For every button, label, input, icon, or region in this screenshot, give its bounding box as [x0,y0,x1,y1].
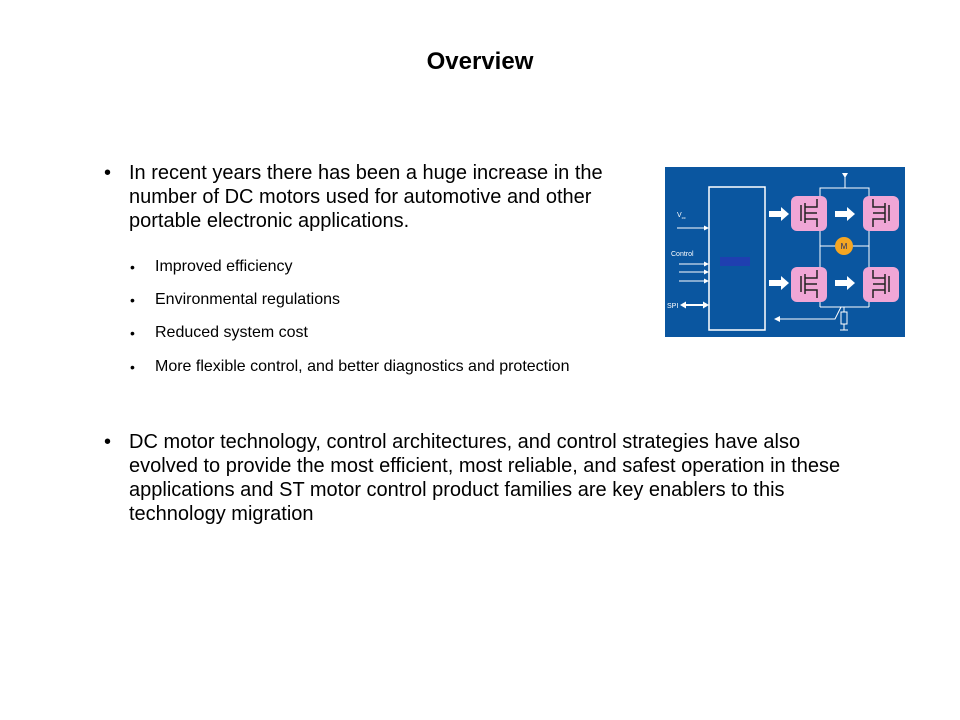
mosfet-high-left [791,196,827,231]
bullet-marker: • [104,431,112,453]
bullet-marker: • [130,325,135,341]
sub-bullet-control: • More flexible control, and better diag… [130,357,570,377]
bullet-marker: • [130,259,135,275]
bullet-dc-motor-increase: • In recent years there has been a huge … [104,161,659,233]
h-bridge-diagram: Vcc Control SPI M [665,167,905,337]
sub-bullet-text: More flexible control, and better diagno… [155,358,570,375]
control-label: Control [671,251,694,258]
sub-bullet-text: Reduced system cost [155,324,308,341]
sub-bullet-regulations: • Environmental regulations [130,290,340,310]
sub-bullet-cost: • Reduced system cost [130,323,308,343]
bullet-marker: • [104,162,112,184]
sub-bullet-text: Environmental regulations [155,291,340,308]
mosfet-low-right [863,267,899,302]
bullet-text: DC motor technology, control architectur… [129,431,841,525]
spi-label: SPI [667,303,678,310]
bullet-marker: • [130,359,135,375]
bullet-text: In recent years there has been a huge in… [129,162,603,232]
mosfet-high-right [863,196,899,231]
sub-bullet-text: Improved efficiency [155,258,293,275]
mosfet-low-left [791,267,827,302]
sub-bullet-efficiency: • Improved efficiency [130,257,293,277]
controller-bar [720,257,750,266]
bullet-technology-evolution: • DC motor technology, control architect… [104,430,869,526]
motor-label: M [841,242,848,251]
bullet-marker: • [130,292,135,308]
slide-title: Overview [426,48,534,75]
